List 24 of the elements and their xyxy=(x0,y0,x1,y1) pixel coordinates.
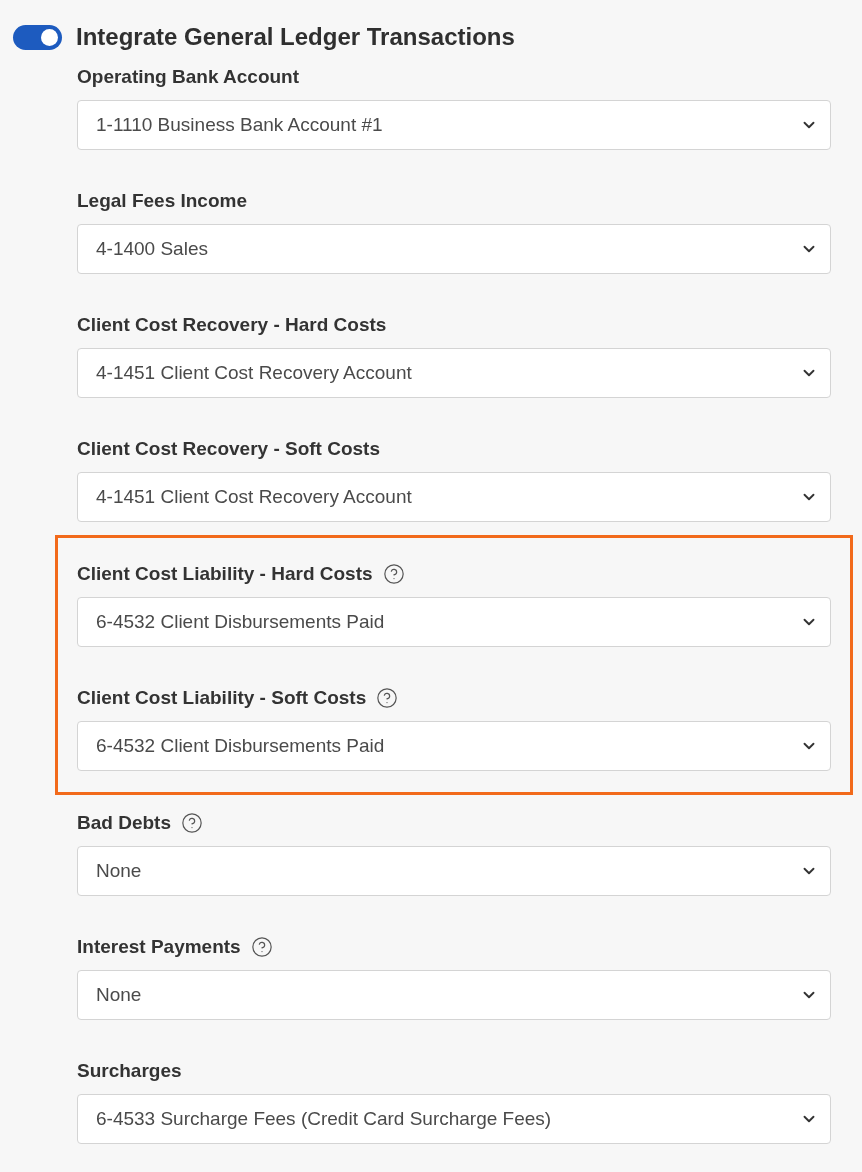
help-icon[interactable] xyxy=(180,812,203,834)
field-label: Client Cost Recovery - Soft Costs xyxy=(77,438,380,460)
field-label: Operating Bank Account xyxy=(77,66,300,88)
toggle-switch[interactable] xyxy=(13,24,62,50)
field-label: Client Cost Liability - Soft Costs xyxy=(77,687,367,709)
help-icon[interactable] xyxy=(250,936,273,958)
account-dropdown[interactable]: 4-1400 Sales xyxy=(77,224,831,274)
field-label: Client Cost Recovery - Hard Costs xyxy=(77,314,387,336)
field-label: Surcharges xyxy=(77,1060,182,1082)
help-icon[interactable] xyxy=(376,687,399,709)
field-label: Legal Fees Income xyxy=(77,190,247,212)
field-label: Interest Payments xyxy=(77,936,241,958)
account-dropdown[interactable]: 4-1451 Client Cost Recovery Account xyxy=(77,472,831,522)
help-icon[interactable] xyxy=(382,563,405,585)
field-label: Client Cost Liability - Hard Costs xyxy=(77,563,373,585)
section-title: Integrate General Ledger Transactions xyxy=(76,23,515,51)
account-dropdown[interactable]: 1-1110 Business Bank Account #1 xyxy=(77,100,831,150)
field-label: Bad Debts xyxy=(77,812,171,834)
account-dropdown[interactable]: 6-4532 Client Disbursements Paid xyxy=(77,721,831,771)
account-dropdown[interactable]: None xyxy=(77,970,831,1020)
account-dropdown[interactable]: 6-4533 Surcharge Fees (Credit Card Surcharge Fees) xyxy=(77,1094,831,1144)
account-dropdown[interactable]: None xyxy=(77,846,831,896)
account-dropdown[interactable]: 4-1451 Client Cost Recovery Account xyxy=(77,348,831,398)
account-dropdown[interactable]: 6-4532 Client Disbursements Paid xyxy=(77,597,831,647)
